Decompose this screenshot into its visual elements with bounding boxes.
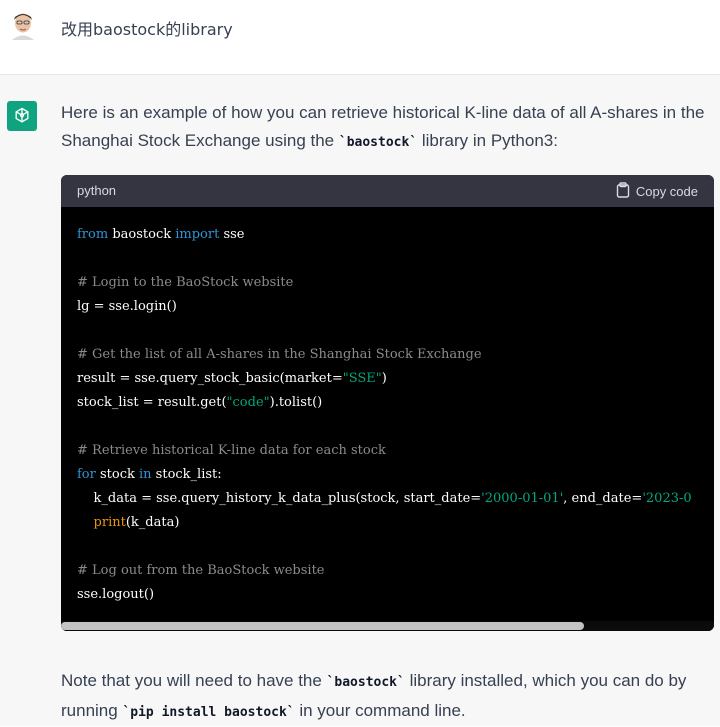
code-body: from baostock import sse # Login to the … bbox=[61, 207, 714, 631]
intro-text-after: library in Python3: bbox=[417, 131, 558, 150]
assistant-intro-paragraph: Here is an example of how you can retrie… bbox=[61, 99, 716, 157]
assistant-message-row: Here is an example of how you can retrie… bbox=[0, 75, 720, 726]
code-language-label: python bbox=[77, 183, 117, 198]
inline-code-baostock-2: `baostock` bbox=[326, 675, 405, 690]
user-avatar bbox=[8, 10, 38, 40]
code-block-header: python Copy code bbox=[61, 175, 714, 207]
assistant-note-paragraph: Note that you will need to have the `bao… bbox=[61, 667, 716, 727]
copy-code-button[interactable]: Copy code bbox=[616, 182, 698, 201]
inline-code-pip-install: `pip install baostock` bbox=[122, 705, 295, 720]
inline-code-baostock: `baostock` bbox=[338, 135, 418, 150]
note-text-after: in your command line. bbox=[294, 701, 466, 720]
code-horizontal-scrollbar[interactable] bbox=[61, 621, 714, 631]
note-text-before: Note that you will need to have the bbox=[61, 671, 327, 690]
clipboard-icon bbox=[616, 182, 630, 201]
user-message-text: 改用baostock的library bbox=[61, 20, 233, 39]
code-text: from baostock import sse # Login to the … bbox=[77, 227, 692, 602]
user-message-row: 改用baostock的library bbox=[0, 0, 720, 75]
code-block: python Copy code from baostock import ss… bbox=[61, 175, 714, 631]
copy-code-label: Copy code bbox=[635, 184, 698, 199]
scrollbar-thumb[interactable] bbox=[61, 622, 584, 630]
chatgpt-logo-icon bbox=[7, 101, 37, 131]
